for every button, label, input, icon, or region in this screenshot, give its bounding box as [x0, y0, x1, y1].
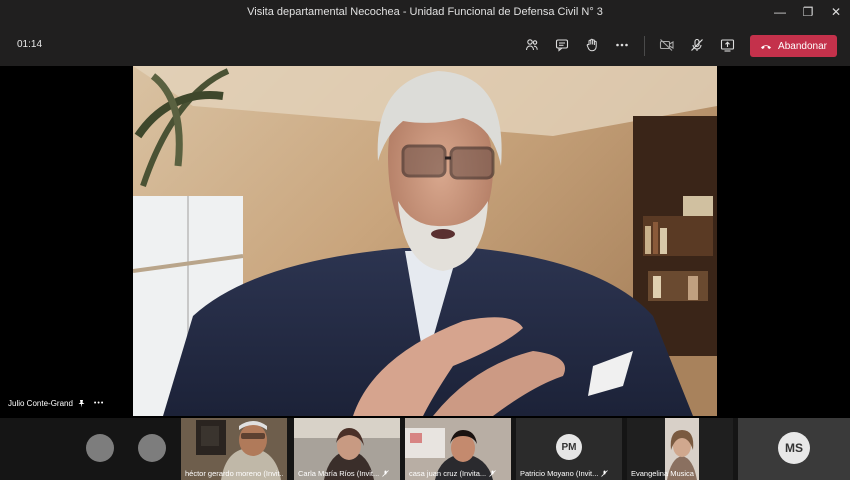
mic-off-icon[interactable] [688, 36, 706, 54]
minimize-button[interactable]: — [766, 0, 794, 24]
leave-label: Abandonar [778, 40, 827, 52]
more-options-icon[interactable] [613, 36, 631, 54]
phone-hangup-icon [761, 45, 772, 49]
main-speaker-video[interactable] [133, 66, 717, 416]
video-stage: Julio Conte-Grand ••• [0, 66, 850, 418]
close-button[interactable]: ✕ [822, 0, 850, 24]
pin-icon [78, 400, 85, 408]
meeting-timer: 01:14 [17, 39, 43, 50]
participant-avatar: PM [556, 434, 582, 460]
participant-name: Evangelina Musica [631, 469, 694, 478]
strip-prev-button[interactable] [86, 434, 114, 462]
speaker-name: Julio Conte-Grand [8, 399, 73, 408]
window-controls: — ❐ ✕ [766, 0, 850, 24]
window-title: Visita departamental Necochea - Unidad F… [247, 6, 603, 18]
mic-off-icon [382, 470, 390, 477]
participant-name: héctor gerardo moreno (Invit... [185, 469, 283, 478]
participant-tile[interactable]: casa juan cruz (Invita... [405, 418, 511, 480]
title-bar: Visita departamental Necochea - Unidad F… [0, 0, 850, 24]
speaker-more-button[interactable]: ••• [94, 400, 104, 407]
toolbar-separator [644, 36, 645, 56]
camera-off-icon[interactable] [658, 36, 676, 54]
participant-tile[interactable]: Evangelina Musica [627, 418, 733, 480]
participant-tile[interactable]: héctor gerardo moreno (Invit... [181, 418, 287, 480]
raise-hand-icon[interactable] [583, 36, 601, 54]
speaker-video-frame [133, 66, 717, 416]
participant-name: casa juan cruz (Invita... [409, 469, 496, 478]
maximize-button[interactable]: ❐ [794, 0, 822, 24]
strip-next-button[interactable] [138, 434, 166, 462]
participant-tile[interactable]: MS [738, 418, 850, 480]
participant-avatar: MS [778, 432, 810, 464]
meeting-toolbar: 01:14 Abandonar [0, 24, 850, 66]
participant-name: Patricio Moyano (Invit... [520, 469, 609, 478]
mic-off-icon [489, 470, 496, 477]
mic-off-icon [601, 470, 609, 477]
participant-tile[interactable]: PM Patricio Moyano (Invit... [516, 418, 622, 480]
participant-tile[interactable]: Carla María Ríos (Invit... [294, 418, 400, 480]
speaker-name-label: Julio Conte-Grand ••• [8, 399, 104, 408]
chat-icon[interactable] [553, 36, 571, 54]
leave-button[interactable]: Abandonar [750, 35, 837, 57]
participants-icon[interactable] [523, 36, 541, 54]
share-screen-icon[interactable] [718, 36, 736, 54]
participant-name: Carla María Ríos (Invit... [298, 469, 390, 478]
